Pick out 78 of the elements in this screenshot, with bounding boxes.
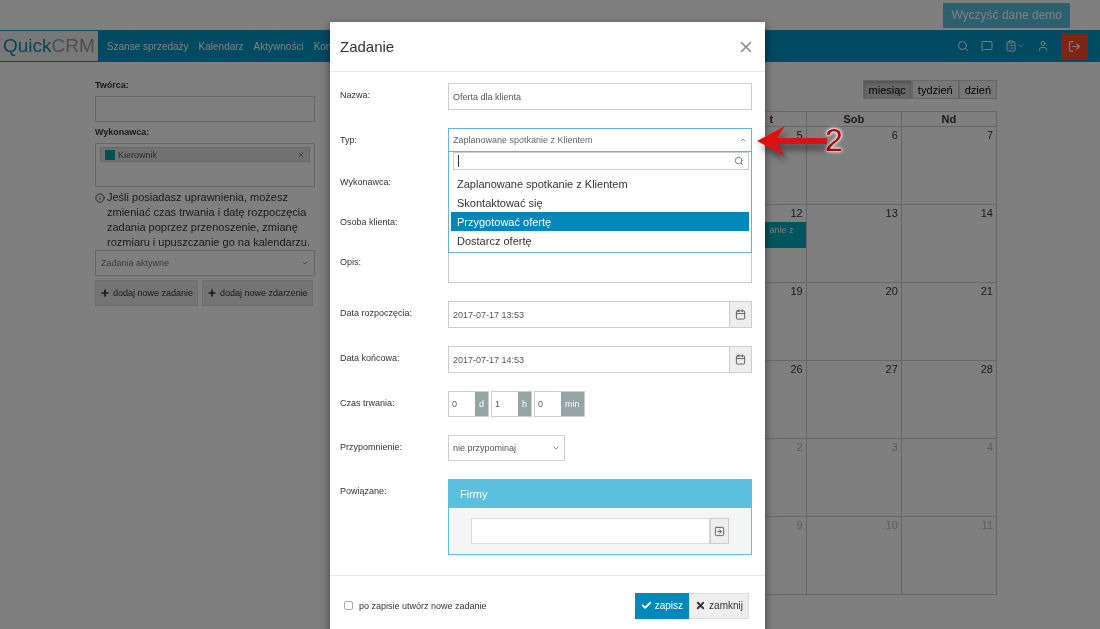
plus-icon <box>207 288 218 298</box>
close-button[interactable]: zamknij <box>689 592 749 619</box>
duration-field[interactable]: 0 d <box>448 391 489 417</box>
remove-icon[interactable] <box>297 150 305 159</box>
assignee-field[interactable]: Kierownik <box>95 143 315 187</box>
clipboard-icon[interactable] <box>1005 40 1025 52</box>
field-label: Czas trwania: <box>340 397 396 408</box>
weekday-header: Nd <box>901 112 997 127</box>
caret-icon <box>739 136 747 144</box>
dropdown-option[interactable]: Skontaktować się <box>451 193 749 212</box>
search-icon <box>734 156 744 166</box>
dropdown-option[interactable]: Dostarcz ofertę <box>451 231 749 250</box>
duration-field[interactable]: 1 h <box>491 391 533 417</box>
caret-icon <box>552 444 560 452</box>
user-icon[interactable] <box>1037 40 1049 52</box>
day-number: 21 <box>980 285 993 297</box>
date-field[interactable]: 2017-07-17 13:53 <box>448 301 752 328</box>
logout-button[interactable] <box>1061 32 1088 60</box>
creator-field[interactable] <box>95 96 315 122</box>
nav-link[interactable]: Kalendarz <box>193 40 249 52</box>
field-label: Nazwa: <box>340 89 371 100</box>
panel-title: Firmy <box>449 480 751 508</box>
field-label: Twórca: <box>95 80 130 90</box>
type-select[interactable]: Zaplanowane spotkanie z Klientem <box>448 128 752 152</box>
description-field[interactable] <box>448 250 752 283</box>
day-number: 28 <box>980 363 993 375</box>
color-swatch <box>105 149 115 160</box>
company-field[interactable] <box>471 518 710 544</box>
field-label: Typ: <box>340 134 358 145</box>
dropdown-option[interactable]: Przygotować ofertę <box>451 212 749 231</box>
duration-field[interactable]: 0 min <box>534 391 585 417</box>
day-number: 26 <box>790 363 803 375</box>
dialog-title: Zadanie <box>340 38 395 55</box>
plus-icon <box>100 288 110 298</box>
info-icon <box>95 193 105 203</box>
date-field[interactable]: 2017-07-17 14:53 <box>448 346 752 373</box>
field-label: Opis: <box>340 256 362 267</box>
dropdown-option[interactable]: Zaplanowane spotkanie z Klientem <box>451 174 749 193</box>
weekday-header: Sob <box>806 112 902 127</box>
day-number: 12 <box>790 207 803 219</box>
filter-select[interactable]: Zadania aktywne <box>95 250 315 276</box>
checkbox-label: po zapisie utwórz nowe zadanie <box>359 600 487 611</box>
day-number: 13 <box>885 207 898 219</box>
calendar-icon[interactable] <box>729 302 751 327</box>
nav-link[interactable]: Szanse sprzedaży <box>101 40 194 52</box>
field-label: Powiązane: <box>340 485 388 496</box>
day-number: 27 <box>885 363 898 375</box>
caret-icon <box>301 259 309 267</box>
calendar-icon[interactable] <box>729 347 751 372</box>
field-label: Data końcowa: <box>340 352 401 363</box>
day-number: 6 <box>891 129 898 141</box>
text-field[interactable]: Oferta dla klienta <box>448 83 752 110</box>
save-button[interactable]: zapisz <box>634 592 690 619</box>
view-tab[interactable]: tydzień <box>911 80 959 99</box>
nav-link[interactable]: Aktywności <box>248 40 309 52</box>
search-icon[interactable] <box>957 40 969 52</box>
close-icon <box>695 600 707 611</box>
field-label: Przypomnienie: <box>340 441 404 452</box>
day-number: 19 <box>790 285 803 297</box>
assignee-tag: Kierownik <box>100 147 310 162</box>
day-number: 14 <box>980 207 993 219</box>
add-button[interactable]: dodaj nowe zdarzenie <box>202 280 313 306</box>
field-label: Wykonawca: <box>95 127 151 137</box>
add-button[interactable]: dodaj nowe zadanie <box>95 280 199 306</box>
checkbox[interactable] <box>344 601 353 610</box>
day-number: 20 <box>885 285 898 297</box>
field-label: Wykonawca: <box>340 176 392 187</box>
view-tab[interactable]: dzień <box>958 80 997 99</box>
field-label: Data rozpoczęcia: <box>340 307 414 318</box>
view-tab[interactable]: miesiąc <box>862 80 912 99</box>
chat-icon[interactable] <box>981 40 993 52</box>
logout-icon <box>1068 39 1081 53</box>
day-number: 7 <box>986 129 993 141</box>
reminder-select[interactable]: nie przypominaj <box>448 435 565 461</box>
field-label: Osoba klienta: <box>340 216 399 227</box>
check-icon <box>640 600 652 611</box>
select-icon[interactable] <box>710 518 729 544</box>
search-field[interactable] <box>453 152 749 170</box>
